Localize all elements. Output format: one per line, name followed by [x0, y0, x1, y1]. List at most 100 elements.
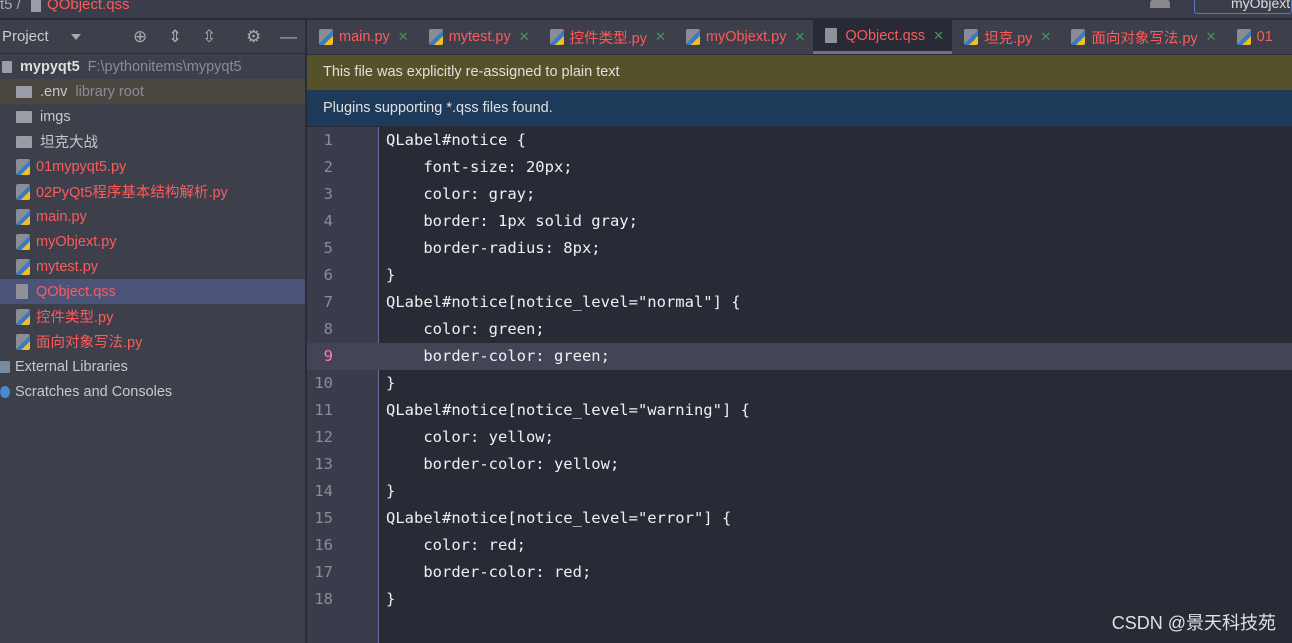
tree-item[interactable]: .env library root: [0, 79, 305, 104]
chevron-down-icon[interactable]: [70, 33, 81, 40]
code-text: border: 1px solid gray;: [386, 212, 638, 230]
python-file-icon: [1236, 29, 1251, 45]
tree-item[interactable]: 面向对象写法.py: [0, 329, 305, 354]
gear-icon[interactable]: ⚙: [246, 28, 261, 46]
hide-icon[interactable]: —: [280, 28, 297, 46]
tree-item-label: External Libraries: [15, 358, 128, 375]
close-icon[interactable]: ✕: [655, 29, 666, 45]
code-line[interactable]: 2 font-size: 20px;: [307, 154, 1292, 181]
python-file-icon: [16, 308, 30, 325]
code-line[interactable]: 16 color: red;: [307, 532, 1292, 559]
collapse-all-icon[interactable]: ⇳: [202, 28, 216, 46]
python-file-icon: [549, 29, 564, 45]
folder-icon: [16, 85, 32, 98]
tree-item[interactable]: 01mypyqt5.py: [0, 154, 305, 179]
tree-item[interactable]: 控件类型.py: [0, 304, 305, 329]
tab-label: QObject.qss: [845, 27, 926, 44]
tree-item-label: mypyqt5: [20, 58, 80, 75]
project-panel: Project ⊕ ⇕ ⇳ ⚙ — mypyqt5 F:\pythonitems\…: [0, 20, 306, 643]
code-line[interactable]: 9 border-color: green;: [307, 343, 1292, 370]
tree-item[interactable]: mypyqt5 F:\pythonitems\mypyqt5: [0, 54, 305, 79]
python-file-icon: [685, 29, 700, 45]
close-icon[interactable]: ✕: [933, 28, 944, 44]
close-icon[interactable]: ✕: [1206, 29, 1217, 45]
plugins-banner[interactable]: Plugins supporting *.qss files found.: [307, 90, 1292, 126]
code-editor[interactable]: 1 QLabel#notice {2 font-size: 20px; 3 colo…: [307, 127, 1292, 643]
locate-icon[interactable]: ⊕: [133, 28, 147, 46]
code-text: QLabel#notice[notice_level="warning"] {: [386, 401, 750, 419]
tree-item-label: QObject.qss: [36, 283, 116, 300]
python-file-icon: [428, 29, 443, 45]
tree-item[interactable]: QObject.qss: [0, 279, 305, 304]
editor-tab[interactable]: 面向对象写法.py ✕: [1059, 20, 1224, 54]
code-text: QLabel#notice[notice_level="normal"] {: [386, 293, 741, 311]
editor-tab[interactable]: 坦克.py ✕: [952, 20, 1059, 54]
code-line[interactable]: 3 color: gray;: [307, 181, 1292, 208]
code-line[interactable]: 14}: [307, 478, 1292, 505]
editor-tab[interactable]: main.py ✕: [307, 20, 417, 54]
tree-item-label: mytest.py: [36, 258, 99, 275]
expand-all-icon[interactable]: ⇕: [168, 28, 182, 46]
code-line[interactable]: 1 QLabel#notice {: [307, 127, 1292, 154]
tree-item-hint: library root: [75, 83, 144, 100]
close-icon[interactable]: ✕: [794, 29, 805, 45]
close-icon[interactable]: ✕: [1040, 29, 1051, 45]
python-file-icon: [16, 233, 30, 250]
breadcrumb-file[interactable]: QObject.qss: [47, 0, 130, 13]
scratch-icon: [0, 385, 10, 398]
tab-label: 坦克.py: [984, 30, 1033, 47]
code-line[interactable]: 4 border: 1px solid gray;: [307, 208, 1292, 235]
folder-icon: [16, 110, 32, 123]
line-number: 7: [323, 293, 333, 311]
user-icon[interactable]: [1150, 0, 1170, 8]
tree-item[interactable]: Scratches and Consoles: [0, 379, 305, 404]
tree-item[interactable]: 02PyQt5程序基本结构解析.py: [0, 179, 305, 204]
editor-tab[interactable]: mytest.py ✕: [417, 20, 538, 54]
code-line[interactable]: 5 border-radius: 8px;: [307, 235, 1292, 262]
python-file-icon: [16, 208, 30, 225]
code-line[interactable]: 10}: [307, 370, 1292, 397]
tree-item[interactable]: imgs: [0, 104, 305, 129]
code-line[interactable]: 11 QLabel#notice[notice_level="warning"] …: [307, 397, 1292, 424]
tab-label: main.py: [339, 29, 390, 45]
tab-label: 面向对象写法.py: [1091, 30, 1198, 47]
project-view-select[interactable]: Project: [2, 28, 49, 45]
tree-item[interactable]: myObjext.py: [0, 229, 305, 254]
line-number: 4: [323, 212, 333, 230]
tree-item[interactable]: External Libraries: [0, 354, 305, 379]
tree-item[interactable]: 坦克大战: [0, 129, 305, 154]
code-line[interactable]: 8 color: green;: [307, 316, 1292, 343]
code-text: border-color: green;: [386, 347, 610, 365]
editor-tab[interactable]: 01: [1225, 20, 1281, 54]
code-text: QLabel#notice[notice_level="error"] {: [386, 509, 732, 527]
editor-tab[interactable]: myObjext.py ✕: [674, 20, 814, 54]
line-number: 6: [323, 266, 333, 284]
tree-item[interactable]: mytest.py: [0, 254, 305, 279]
code-line[interactable]: 13 border-color: yellow;: [307, 451, 1292, 478]
editor-tab[interactable]: QObject.qss ✕: [813, 20, 953, 54]
close-icon[interactable]: ✕: [398, 29, 409, 45]
project-tree: mypyqt5 F:\pythonitems\mypyqt5 .env library…: [0, 54, 305, 404]
breadcrumb-project[interactable]: t5: [0, 0, 13, 13]
tree-item[interactable]: main.py: [0, 204, 305, 229]
watermark: CSDN @景天科技苑: [1111, 613, 1276, 633]
tree-item-label: .env: [40, 83, 68, 100]
tree-item-label: imgs: [40, 108, 71, 125]
tab-label: myObjext.py: [705, 29, 787, 45]
code-line[interactable]: 12 color: yellow;: [307, 424, 1292, 451]
line-number: 11: [314, 401, 333, 419]
tab-label: 控件类型.py: [569, 30, 647, 47]
code-line[interactable]: 15 QLabel#notice[notice_level="error"] {: [307, 505, 1292, 532]
code-line[interactable]: 17 border-color: red;: [307, 559, 1292, 586]
code-text: QLabel#notice {: [386, 131, 526, 149]
code-text: color: yellow;: [386, 428, 554, 446]
line-number: 14: [314, 482, 333, 500]
code-line[interactable]: 6}: [307, 262, 1292, 289]
line-number: 2: [323, 158, 333, 176]
close-icon[interactable]: ✕: [519, 29, 530, 45]
text-file-icon: [16, 284, 28, 299]
code-line[interactable]: 7 QLabel#notice[notice_level="normal"] {: [307, 289, 1292, 316]
editor-tab[interactable]: 控件类型.py ✕: [538, 20, 674, 54]
plain-text-banner: This file was explicitly re-assigned to …: [307, 55, 1292, 90]
run-config-select[interactable]: myObjext: [1194, 0, 1292, 14]
